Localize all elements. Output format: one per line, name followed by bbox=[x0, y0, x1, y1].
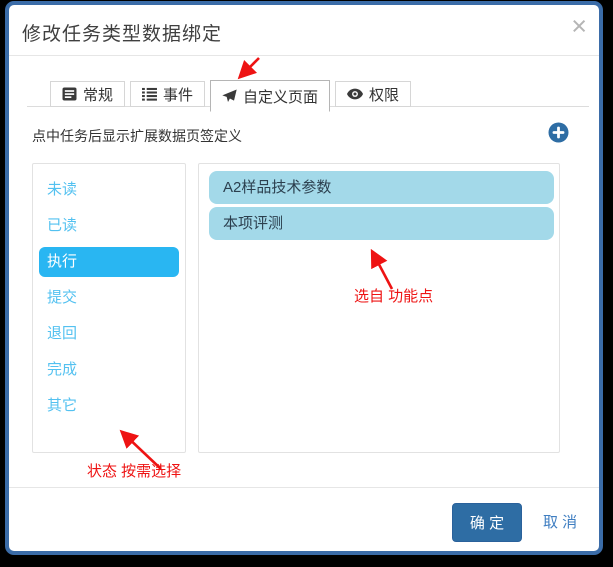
status-item-submit[interactable]: 提交 bbox=[33, 280, 185, 316]
tab-bar: 常规 事件 自定义页面 bbox=[50, 81, 411, 112]
status-item-return[interactable]: 退回 bbox=[33, 316, 185, 352]
tab-label: 自定义页面 bbox=[243, 86, 318, 107]
bound-page-item[interactable]: A2样品技术参数 bbox=[209, 171, 554, 204]
tab-label: 事件 bbox=[163, 84, 193, 105]
bound-pages-panel: A2样品技术参数 本项评测 bbox=[198, 163, 560, 453]
status-list: 未读 已读 执行 提交 退回 完成 其它 bbox=[32, 163, 186, 453]
footer-divider bbox=[9, 487, 599, 488]
list-icon bbox=[142, 87, 157, 101]
tab-general[interactable]: 常规 bbox=[50, 81, 125, 107]
eye-icon bbox=[347, 88, 363, 100]
dialog-title: 修改任务类型数据绑定 bbox=[22, 19, 222, 46]
tab-custom-page[interactable]: 自定义页面 bbox=[210, 80, 330, 112]
status-item-read[interactable]: 已读 bbox=[33, 208, 185, 244]
binding-instruction-text: 点中任务后显示扩展数据页签定义 bbox=[32, 126, 242, 146]
cancel-button[interactable]: 取 消 bbox=[543, 503, 577, 542]
status-item-execute[interactable]: 执行 bbox=[39, 247, 179, 277]
tab-events[interactable]: 事件 bbox=[130, 81, 205, 107]
status-item-other[interactable]: 其它 bbox=[33, 388, 185, 424]
tab-permissions[interactable]: 权限 bbox=[335, 81, 411, 107]
plus-circle-icon[interactable] bbox=[548, 122, 569, 143]
annotation-pages-note: 选自 功能点 bbox=[354, 285, 433, 306]
paper-plane-icon bbox=[222, 89, 237, 103]
tab-label: 常规 bbox=[83, 84, 113, 105]
header-divider bbox=[9, 55, 599, 56]
status-item-unread[interactable]: 未读 bbox=[33, 172, 185, 208]
annotation-status-note: 状态 按需选择 bbox=[87, 460, 181, 481]
status-item-complete[interactable]: 完成 bbox=[33, 352, 185, 388]
bound-page-item[interactable]: 本项评测 bbox=[209, 207, 554, 240]
tab-label: 权限 bbox=[369, 84, 399, 105]
list-alt-icon bbox=[62, 87, 77, 101]
ok-button[interactable]: 确 定 bbox=[452, 503, 522, 542]
close-icon[interactable]: × bbox=[571, 13, 587, 40]
